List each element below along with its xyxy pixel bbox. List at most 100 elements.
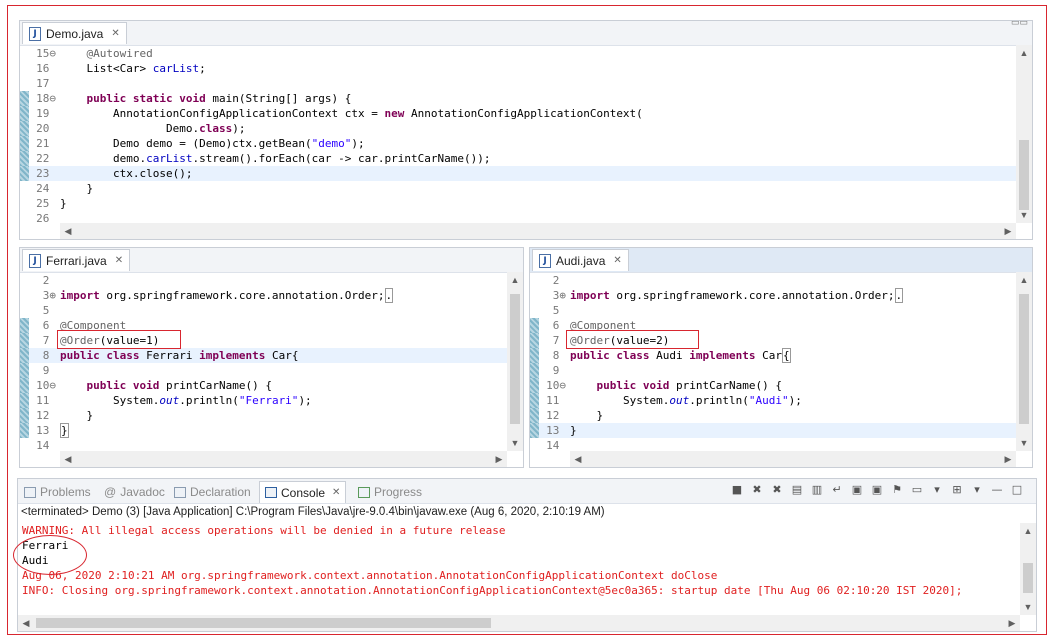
tab-console[interactable]: Console ✕	[259, 481, 347, 503]
scroll-up-icon[interactable]: ▲	[507, 272, 523, 288]
display-console-icon[interactable]: ▭	[910, 483, 924, 497]
scroll-down-icon[interactable]: ▼	[1020, 599, 1036, 615]
code-text[interactable]: import org.springframework.core.annotati…	[570, 288, 904, 303]
minimize-icon[interactable]: —	[990, 483, 1004, 497]
scroll-right-icon[interactable]: ▶	[1004, 615, 1020, 631]
code-line[interactable]: 24 }	[20, 181, 1016, 196]
code-text[interactable]: @Autowired	[60, 46, 153, 61]
scroll-thumb[interactable]	[1019, 140, 1029, 210]
code-text[interactable]: }	[60, 408, 93, 423]
code-line[interactable]: 8 public class Audi implements Car{	[530, 348, 1016, 363]
horizontal-scrollbar[interactable]: ◀ ▶	[60, 223, 1016, 239]
code-text[interactable]: }	[60, 196, 67, 211]
vertical-scrollbar[interactable]: ▲ ▼	[507, 272, 523, 451]
code-line[interactable]: 10⊖ public void printCarName() {	[20, 378, 507, 393]
code-line[interactable]: 19 AnnotationConfigApplicationContext ct…	[20, 106, 1016, 121]
code-line[interactable]: 22 demo.carList.stream().forEach(car -> …	[20, 151, 1016, 166]
vertical-scrollbar[interactable]: ▲ ▼	[1016, 45, 1032, 223]
scroll-up-icon[interactable]: ▲	[1016, 45, 1032, 61]
code-text[interactable]: public void printCarName() {	[60, 378, 272, 393]
code-text[interactable]: }	[570, 408, 603, 423]
vertical-scrollbar[interactable]: ▲ ▼	[1016, 272, 1032, 451]
remove-all-terminated-icon[interactable]: ✖	[770, 483, 784, 497]
horizontal-scrollbar[interactable]: ◀ ▶	[60, 451, 507, 467]
scroll-left-icon[interactable]: ◀	[18, 615, 34, 631]
code-line[interactable]: 2	[530, 273, 1016, 288]
ferrari-java-editor[interactable]: J Ferrari.java ✕ 2 3⊕ import org.springfr…	[19, 247, 524, 468]
console-output[interactable]: WARNING: All illegal access operations w…	[22, 523, 1020, 598]
code-line[interactable]: 3⊕ import org.springframework.core.annota…	[20, 288, 507, 303]
scroll-thumb[interactable]	[510, 294, 520, 424]
code-line[interactable]: 10⊖ public void printCarName() {	[530, 378, 1016, 393]
chevron-down-icon[interactable]: ▾	[970, 483, 984, 497]
tab-audi-java[interactable]: J Audi.java ✕	[532, 249, 629, 271]
scroll-thumb[interactable]	[1023, 563, 1033, 593]
pin-console-icon[interactable]: ⚑	[890, 483, 904, 497]
code-line[interactable]: 9	[530, 363, 1016, 378]
clear-console-icon[interactable]: ▤	[790, 483, 804, 497]
code-text[interactable]: }	[60, 423, 69, 438]
code-text[interactable]: ctx.close();	[60, 166, 192, 181]
console-panel[interactable]: Problems @ Javadoc Declaration Console ✕…	[17, 478, 1037, 632]
code-text[interactable]: public void printCarName() {	[570, 378, 782, 393]
code-text[interactable]: import org.springframework.core.annotati…	[60, 288, 394, 303]
code-text[interactable]: Demo demo = (Demo)ctx.getBean("demo");	[60, 136, 365, 151]
vertical-scrollbar[interactable]: ▲ ▼	[1020, 523, 1036, 615]
remove-launch-icon[interactable]: ✖	[750, 483, 764, 497]
code-text[interactable]: }	[60, 181, 93, 196]
code-line[interactable]: 21 Demo demo = (Demo)ctx.getBean("demo")…	[20, 136, 1016, 151]
code-text[interactable]: AnnotationConfigApplicationContext ctx =…	[60, 106, 643, 121]
code-line[interactable]: 13 }	[20, 423, 507, 438]
code-line[interactable]: 12 }	[530, 408, 1016, 423]
code-line[interactable]: 17	[20, 76, 1016, 91]
audi-java-editor[interactable]: J Audi.java ✕ 2 3⊕ import org.springframe…	[529, 247, 1033, 468]
code-area[interactable]: 2 3⊕ import org.springframework.core.anno…	[530, 272, 1032, 467]
code-line[interactable]: 18⊖ public static void main(String[] arg…	[20, 91, 1016, 106]
code-text[interactable]: Demo.class);	[60, 121, 246, 136]
scroll-thumb[interactable]	[1019, 294, 1029, 424]
scroll-down-icon[interactable]: ▼	[1016, 435, 1032, 451]
scroll-left-icon[interactable]: ◀	[570, 451, 586, 467]
scroll-right-icon[interactable]: ▶	[1000, 451, 1016, 467]
demo-java-editor[interactable]: J Demo.java ✕ ▭▭ 15⊖ @Autowired 16 List<C…	[19, 20, 1033, 240]
scroll-down-icon[interactable]: ▼	[507, 435, 523, 451]
code-line[interactable]: 13 }	[530, 423, 1016, 438]
close-icon[interactable]: ✕	[613, 255, 621, 266]
tab-javadoc[interactable]: @ Javadoc	[104, 483, 165, 501]
code-text[interactable]: public class Audi implements Car{	[570, 348, 791, 363]
show-on-error-icon[interactable]: ▣	[870, 483, 884, 497]
maximize-icon[interactable]: □	[1010, 483, 1024, 497]
code-line[interactable]: 3⊕ import org.springframework.core.annota…	[530, 288, 1016, 303]
horizontal-scrollbar[interactable]: ◀ ▶	[570, 451, 1016, 467]
scroll-left-icon[interactable]: ◀	[60, 223, 76, 239]
tab-demo-java[interactable]: J Demo.java ✕	[22, 22, 127, 44]
word-wrap-icon[interactable]: ↵	[830, 483, 844, 497]
code-line[interactable]: 12 }	[20, 408, 507, 423]
close-icon[interactable]: ✕	[332, 487, 340, 498]
scroll-right-icon[interactable]: ▶	[491, 451, 507, 467]
code-text[interactable]: public class Ferrari implements Car{	[60, 348, 298, 363]
code-text[interactable]: public static void main(String[] args) {	[60, 91, 352, 106]
close-icon[interactable]: ✕	[111, 28, 119, 39]
horizontal-scrollbar[interactable]: ◀ ▶	[18, 615, 1020, 631]
scroll-right-icon[interactable]: ▶	[1000, 223, 1016, 239]
terminate-icon[interactable]: ■	[730, 483, 744, 497]
scroll-thumb[interactable]	[36, 618, 491, 628]
tab-problems[interactable]: Problems	[24, 483, 91, 501]
code-line[interactable]: 20 Demo.class);	[20, 121, 1016, 136]
code-text[interactable]: System.out.println("Audi");	[570, 393, 802, 408]
code-line[interactable]: 16 List<Car> carList;	[20, 61, 1016, 76]
code-line[interactable]: 25 }	[20, 196, 1016, 211]
tab-progress[interactable]: Progress	[358, 483, 422, 501]
code-line[interactable]: 15⊖ @Autowired	[20, 46, 1016, 61]
scroll-down-icon[interactable]: ▼	[1016, 207, 1032, 223]
code-text[interactable]: List<Car> carList;	[60, 61, 205, 76]
code-line[interactable]: 2	[20, 273, 507, 288]
scroll-up-icon[interactable]: ▲	[1016, 272, 1032, 288]
minimize-maximize-icon[interactable]: ▭▭	[1011, 21, 1028, 28]
open-console-icon[interactable]: ⊞	[950, 483, 964, 497]
code-line[interactable]: 23 ctx.close();	[20, 166, 1016, 181]
code-line[interactable]: 8 public class Ferrari implements Car{	[20, 348, 507, 363]
scroll-lock-icon[interactable]: ▥	[810, 483, 824, 497]
code-text[interactable]: }	[570, 423, 577, 438]
